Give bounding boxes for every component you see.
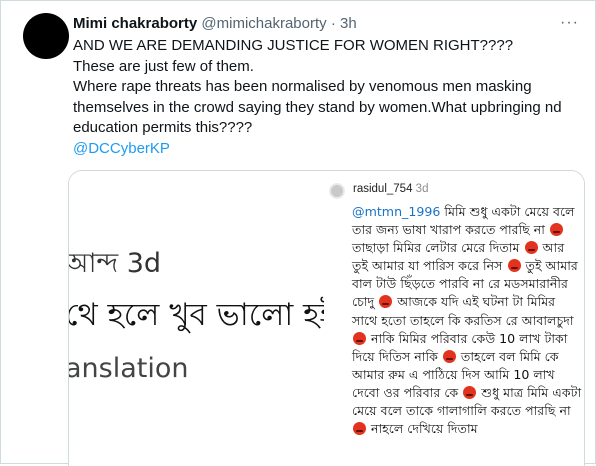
comment-username: rasidul_754 [353,183,413,195]
timestamp[interactable]: 3h [340,15,357,32]
comment-time: 3d [415,183,429,195]
tweet-line: Where rape threats has been normalised b… [73,78,562,136]
mention-link[interactable]: @DCCyberKP [73,140,170,157]
angry-face-icon [463,385,477,399]
tweet-header: Mimi chakraborty @mimichakraborty · 3h [73,14,585,34]
angry-face-icon [524,241,538,255]
angry-face-icon [442,349,456,363]
comment-header: rasidul_754 3d [353,183,428,195]
comment-segment: তাছাড়া মিমির লেটার মেরে দিতাম [352,240,520,256]
more-options-icon[interactable]: ··· [560,14,579,32]
tweet-text: AND WE ARE DEMANDING JUSTICE FOR WOMEN R… [73,36,593,159]
angry-face-icon [549,223,563,237]
tweet-card[interactable]: Mimi chakraborty @mimichakraborty · 3h ·… [0,0,596,466]
media-image-right[interactable]: rasidul_754 3d @mtmn_1996 মিমি শুধু একটা… [327,171,584,466]
comment-mention: @mtmn_1996 [352,204,441,219]
tweet-line: These are just few of them. [73,57,254,75]
angry-face-icon [507,259,521,273]
comment-text: @mtmn_1996 মিমি শুধু একটা মেয়ে বলে তার … [352,203,584,438]
author-name[interactable]: Mimi chakraborty [73,15,197,32]
avatar[interactable] [23,13,69,59]
comment-avatar [329,183,345,199]
media-image-left[interactable]: আন্দ 3d থে হলে খুব ভালো হইত anslation [69,171,324,466]
image-text: থে হলে খুব ভালো হইত [69,297,324,333]
comment-segment: নাহলে দেখিয়ে দিতাম [371,421,478,437]
separator: · [330,15,336,32]
angry-face-icon [379,295,393,309]
image-text: anslation [69,353,189,384]
author-handle[interactable]: @mimichakraborty [201,15,326,32]
image-text: আন্দ 3d [69,248,162,279]
tweet-line: AND WE ARE DEMANDING JUSTICE FOR WOMEN R… [73,37,514,54]
angry-face-icon [353,422,366,436]
media-grid[interactable]: আন্দ 3d থে হলে খুব ভালো হইত anslation ra… [68,170,585,466]
angry-face-icon [353,331,366,345]
